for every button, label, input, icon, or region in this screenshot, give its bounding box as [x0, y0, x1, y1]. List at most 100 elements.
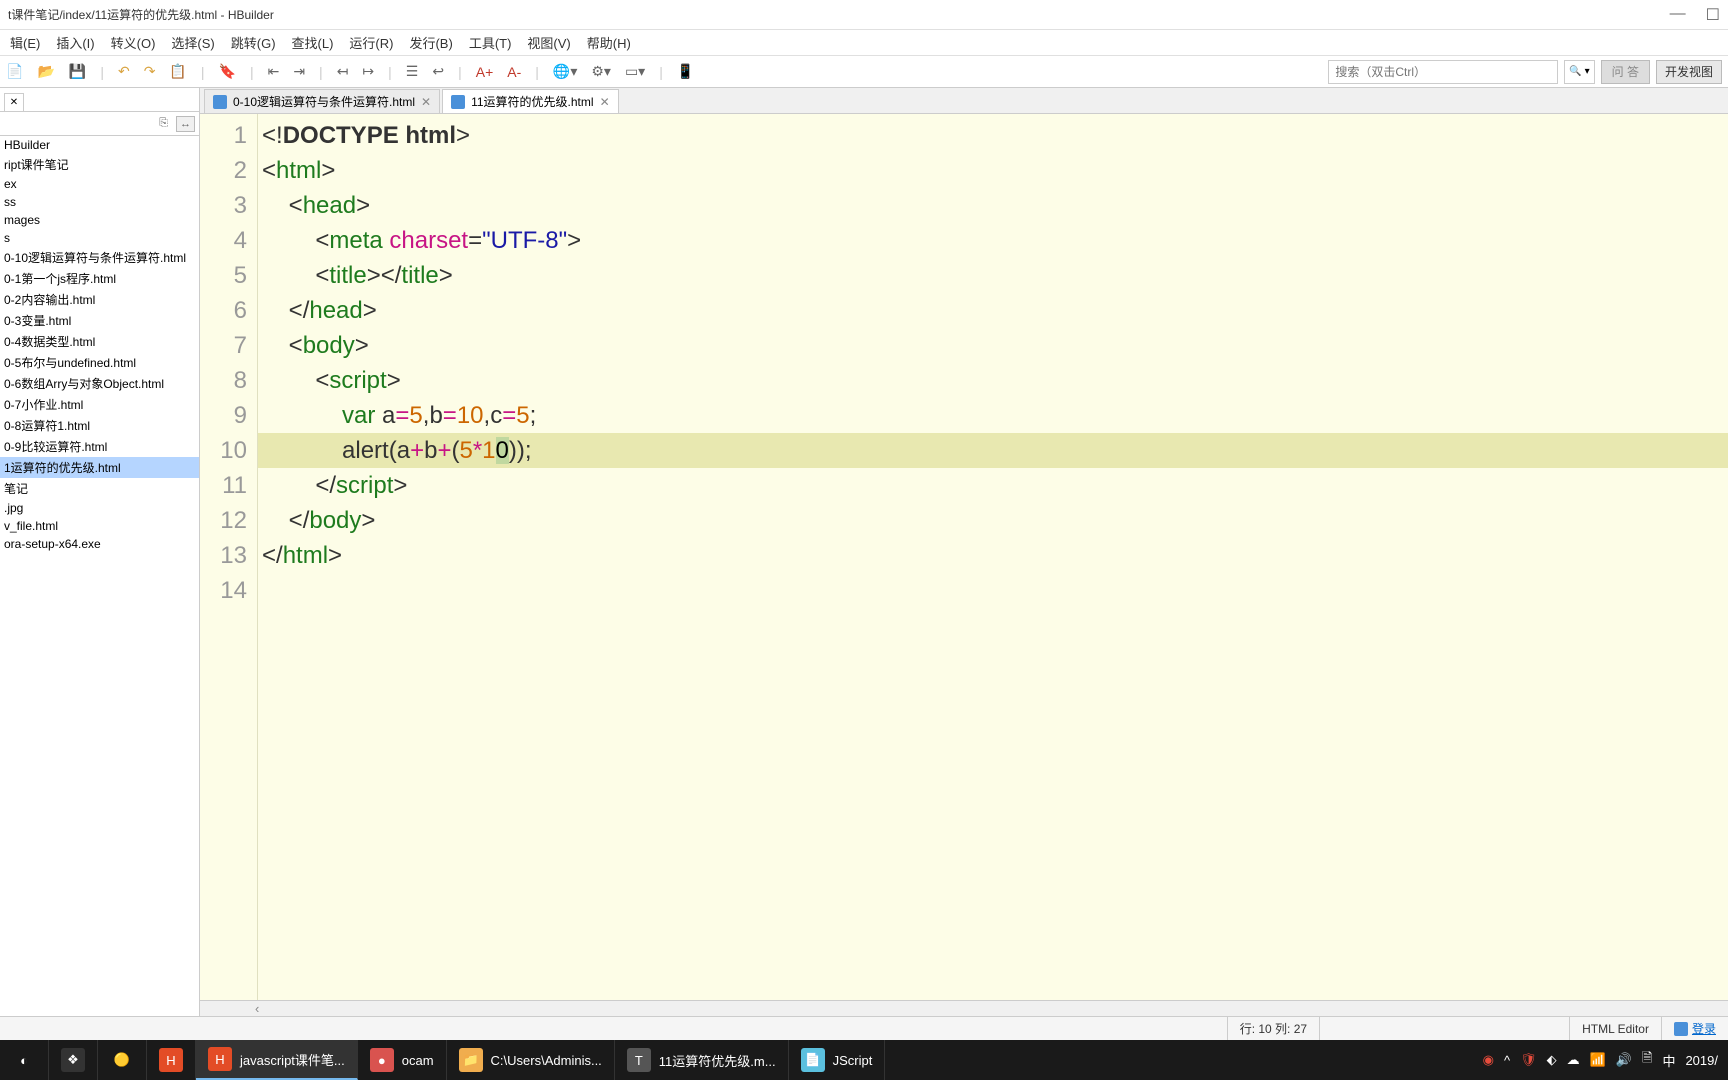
tree-item[interactable]: 0-2内容输出.html — [0, 289, 199, 310]
qa-button[interactable]: 问 答 — [1601, 60, 1650, 84]
tray-record-icon[interactable]: ◉ — [1483, 1052, 1494, 1068]
menu-tools[interactable]: 工具(T) — [463, 31, 518, 54]
sidebar-tab-project[interactable]: ✕ — [4, 93, 24, 111]
close-icon[interactable]: ✕ — [421, 95, 431, 109]
tree-item[interactable]: 0-6数组Arry与对象Object.html — [0, 373, 199, 394]
outdent-line-icon[interactable]: ↤ — [337, 63, 349, 80]
taskbar-app[interactable]: 📄JScript — [789, 1040, 886, 1080]
tree-item[interactable]: 0-3变量.html — [0, 310, 199, 331]
paste-icon[interactable]: 📋 — [169, 63, 186, 80]
taskbar-app[interactable]: 📁C:\Users\Adminis... — [447, 1040, 615, 1080]
tree-item[interactable]: ss — [0, 193, 199, 211]
tree-item[interactable]: 0-8运算符1.html — [0, 415, 199, 436]
tree-item[interactable]: 0-7小作业.html — [0, 394, 199, 415]
bookmark-icon[interactable]: 🔖 — [219, 63, 236, 80]
menu-run[interactable]: 运行(R) — [343, 31, 399, 54]
taskbar-label: C:\Users\Adminis... — [491, 1053, 602, 1068]
search-input[interactable] — [1328, 60, 1558, 84]
redo-icon[interactable]: ↷ — [144, 63, 156, 80]
menu-help[interactable]: 帮助(H) — [581, 31, 637, 54]
taskbar-label: 11运算符优先级.m... — [659, 1051, 776, 1070]
taskbar-app[interactable]: Hjavascript课件笔... — [196, 1040, 358, 1080]
sidebar-mode-b[interactable]: ↔ — [176, 116, 195, 132]
app-icon: T — [627, 1048, 651, 1072]
menu-transform[interactable]: 转义(O) — [105, 31, 162, 54]
code-content[interactable]: <!DOCTYPE html><html> <head> <meta chars… — [258, 114, 1728, 1000]
search-dropdown[interactable]: 🔍 ▾ — [1564, 60, 1594, 84]
new-file-icon[interactable]: 📄 — [6, 63, 23, 80]
editor-tab-label: 11运算符的优先级.html — [471, 93, 593, 110]
tray-volume-icon[interactable]: 🔊 — [1616, 1052, 1632, 1068]
tree-item[interactable]: 笔记 — [0, 478, 199, 499]
sidebar-mode-a[interactable]: ⎘ — [155, 115, 172, 132]
font-increase-icon[interactable]: A+ — [476, 64, 494, 80]
tray-cloud-icon[interactable]: ☁ — [1567, 1052, 1580, 1068]
taskbar-label: JScript — [833, 1053, 873, 1068]
html-file-icon — [451, 95, 465, 109]
tree-item[interactable]: HBuilder — [0, 136, 199, 154]
tree-item[interactable]: .jpg — [0, 499, 199, 517]
tray-bluetooth-icon[interactable]: ⬖ — [1547, 1052, 1557, 1068]
save-icon[interactable]: 💾 — [69, 63, 86, 80]
minimize-icon[interactable]: — — [1670, 5, 1686, 25]
taskbar-app[interactable]: T 11运算符优先级.m... — [615, 1040, 789, 1080]
tree-item[interactable]: 0-1第一个js程序.html — [0, 268, 199, 289]
task-app-1[interactable]: ❖ — [49, 1040, 98, 1080]
maximize-icon[interactable]: ☐ — [1706, 5, 1720, 25]
taskbar-app[interactable]: H — [147, 1040, 196, 1080]
browser-icon[interactable]: 🌐▾ — [553, 63, 577, 80]
format-icon[interactable]: ⇤ — [268, 63, 280, 80]
menu-publish[interactable]: 发行(B) — [403, 31, 458, 54]
tree-item[interactable]: ora-setup-x64.exe — [0, 535, 199, 553]
tree-item[interactable]: ript课件笔记 — [0, 154, 199, 175]
tray-battery-icon[interactable]: 🗎 — [1642, 1049, 1652, 1071]
menu-find[interactable]: 查找(L) — [286, 31, 340, 54]
dev-view-button[interactable]: 开发视图 — [1656, 60, 1722, 84]
taskbar: ◐ ❖ 🟡 HHjavascript课件笔...●ocam📁C:\Users\A… — [0, 1040, 1728, 1080]
device-icon[interactable]: ▭▾ — [625, 63, 645, 80]
comment-icon[interactable]: ☰ — [406, 63, 419, 80]
start-button[interactable]: ◐ — [0, 1040, 49, 1080]
tree-item[interactable]: v_file.html — [0, 517, 199, 535]
app-icon: ● — [370, 1048, 394, 1072]
wrap-icon[interactable]: ↩ — [432, 63, 444, 80]
tree-item[interactable]: ex — [0, 175, 199, 193]
tray-wifi-icon[interactable]: 📶 — [1590, 1052, 1606, 1068]
editor-tab-1[interactable]: 11运算符的优先级.html ✕ — [442, 89, 619, 113]
app-icon: H — [208, 1047, 232, 1071]
menubar: 辑(E) 插入(I) 转义(O) 选择(S) 跳转(G) 查找(L) 运行(R)… — [0, 30, 1728, 56]
tray-up-icon[interactable]: ^ — [1504, 1053, 1510, 1068]
indent-line-icon[interactable]: ↦ — [362, 63, 374, 80]
undo-icon[interactable]: ↶ — [118, 63, 130, 80]
mobile-icon[interactable]: 📱 — [677, 63, 694, 80]
horizontal-scrollbar[interactable]: ‹ — [200, 1000, 1728, 1016]
tree-item[interactable]: mages — [0, 211, 199, 229]
tree-item[interactable]: s — [0, 229, 199, 247]
tree-item[interactable]: 0-10逻辑运算符与条件运算符.html — [0, 247, 199, 268]
login-link[interactable]: 登录 — [1661, 1017, 1728, 1040]
tree-item[interactable]: 0-9比较运算符.html — [0, 436, 199, 457]
run-config-icon[interactable]: ⚙▾ — [591, 63, 611, 80]
menu-edit[interactable]: 辑(E) — [4, 31, 46, 54]
task-app-2[interactable]: 🟡 — [98, 1040, 147, 1080]
close-icon[interactable]: ✕ — [600, 95, 610, 109]
menu-goto[interactable]: 跳转(G) — [225, 31, 282, 54]
open-icon[interactable]: 📂 — [37, 63, 54, 80]
tree-item[interactable]: 0-4数据类型.html — [0, 331, 199, 352]
indent-icon[interactable]: ⇥ — [293, 63, 305, 80]
editor-tab-0[interactable]: 0-10逻辑运算符与条件运算符.html ✕ — [204, 89, 440, 113]
menu-select[interactable]: 选择(S) — [165, 31, 220, 54]
tree-item[interactable]: 0-5布尔与undefined.html — [0, 352, 199, 373]
file-tree[interactable]: HBuilderript课件笔记exssmagess0-10逻辑运算符与条件运算… — [0, 136, 199, 1016]
system-tray[interactable]: ◉ ^ 🛡 ⬖ ☁ 📶 🔊 🗎 中 2019/ — [1473, 1049, 1728, 1071]
taskbar-app[interactable]: ●ocam — [358, 1040, 447, 1080]
menu-view[interactable]: 视图(V) — [521, 31, 576, 54]
tree-item[interactable]: 1运算符的优先级.html — [0, 457, 199, 478]
code-editor[interactable]: 1234567891011121314 <!DOCTYPE html><html… — [200, 114, 1728, 1000]
line-gutter: 1234567891011121314 — [200, 114, 258, 1000]
font-decrease-icon[interactable]: A- — [507, 64, 521, 80]
menu-insert[interactable]: 插入(I) — [50, 31, 100, 54]
tray-date[interactable]: 2019/ — [1685, 1053, 1718, 1068]
tray-shield-icon[interactable]: 🛡 — [1520, 1052, 1537, 1068]
tray-ime-icon[interactable]: 中 — [1662, 1051, 1675, 1070]
